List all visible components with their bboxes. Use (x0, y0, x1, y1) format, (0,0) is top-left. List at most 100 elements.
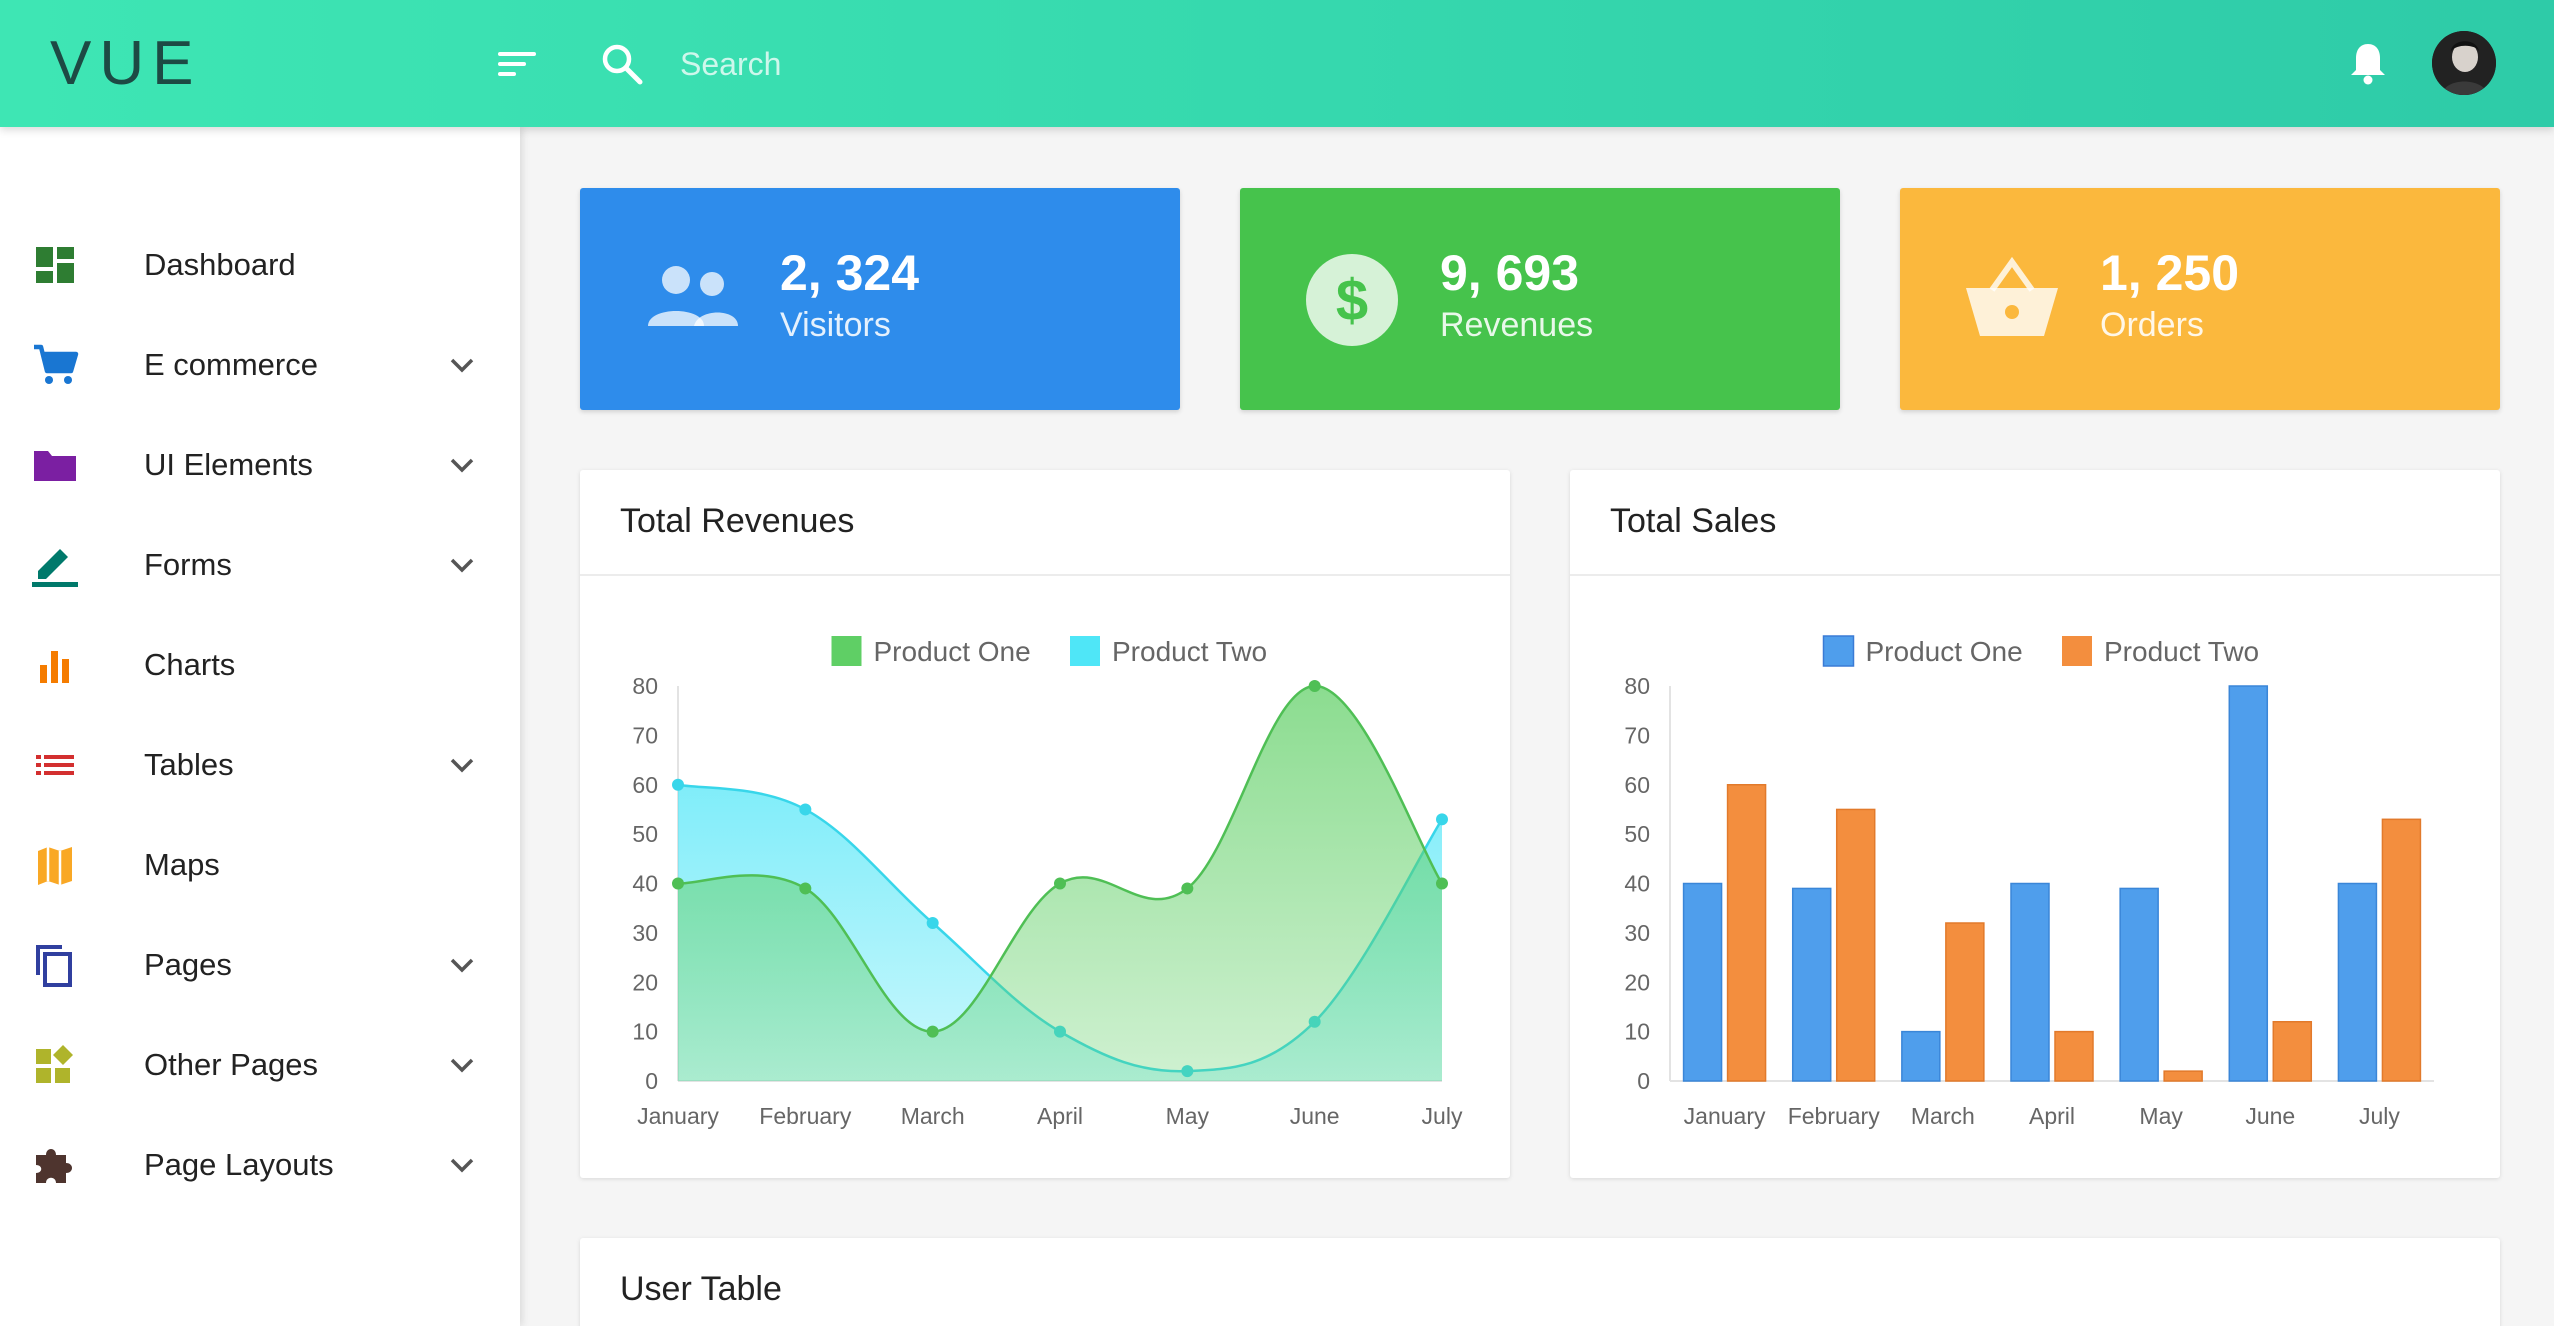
stat-value: 2, 324 (780, 245, 920, 301)
sidebar-item-ecommerce[interactable]: E commerce (0, 325, 520, 405)
x-tick-label: January (637, 1103, 719, 1129)
bar (1835, 808, 1876, 1082)
x-tick-label: March (901, 1103, 965, 1129)
bar (2381, 818, 2422, 1082)
search-icon[interactable] (600, 42, 644, 86)
revenues-panel: Total Revenues 0 10 20 30 40 50 60 70 80 Product … (580, 470, 1510, 1178)
sidebar-item-other-pages[interactable]: Other Pages (0, 1025, 520, 1105)
stat-label: Orders (2100, 306, 2204, 344)
y-tick-label: 40 (632, 871, 658, 897)
chevron-down-icon (450, 558, 474, 573)
y-tick-label: 40 (1624, 871, 1650, 897)
panel-title: User Table (620, 1270, 782, 1308)
bar (2337, 882, 2378, 1082)
data-point (672, 877, 684, 890)
folder-icon (34, 451, 76, 481)
sales-panel: Total Sales 0 10 20 30 40 50 60 70 80 Product One… (1570, 470, 2500, 1178)
sidebar-item-label: UI Elements (144, 447, 313, 482)
data-point (926, 1025, 939, 1038)
x-tick-label: January (1684, 1103, 1766, 1129)
bar-chart-icon (40, 651, 69, 683)
sidebar-item-dashboard[interactable]: Dashboard (0, 225, 520, 305)
y-tick-label: 60 (1624, 772, 1650, 798)
sidebar-item-label: Forms (144, 547, 232, 582)
bell-icon[interactable] (2346, 40, 2390, 86)
chevron-down-icon (450, 1058, 474, 1073)
svg-text:$: $ (1336, 268, 1368, 333)
bar (1791, 887, 1832, 1082)
legend-label: Product One (874, 636, 1031, 667)
revenues-area-chart[interactable]: 0 10 20 30 40 50 60 70 80 Product One Product Two J… (580, 470, 1510, 1178)
sidebar-item-label: Maps (144, 847, 220, 882)
y-tick-label: 20 (1624, 969, 1650, 995)
sidebar-item-label: Dashboard (144, 247, 296, 282)
sidebar-item-maps[interactable]: Maps (0, 825, 520, 905)
pencil-icon (32, 549, 78, 587)
sidebar-item-label: Charts (144, 647, 236, 682)
stat-card-revenues[interactable]: $ 9, 693 Revenues (1240, 188, 1840, 410)
bar (2272, 1021, 2313, 1082)
data-point (799, 803, 812, 816)
search-input[interactable] (680, 36, 1380, 92)
x-tick-label: May (2139, 1103, 2183, 1129)
stat-label: Visitors (780, 306, 891, 344)
bar (1901, 1030, 1941, 1082)
chevron-down-icon (450, 458, 474, 473)
legend-label: Product Two (1112, 636, 1267, 667)
top-app-bar: VUE (0, 0, 2554, 127)
sidebar-item-tables[interactable]: Tables (0, 725, 520, 805)
chevron-down-icon (450, 758, 474, 773)
y-tick-label: 10 (1624, 1019, 1650, 1045)
people-icon (648, 266, 738, 326)
y-tick-label: 50 (632, 821, 658, 847)
stat-card-orders[interactable]: 1, 250 Orders (1900, 188, 2500, 410)
sidebar-item-label: Tables (144, 747, 234, 782)
sidebar-item-label: Other Pages (144, 1047, 319, 1082)
sidebar-item-charts[interactable]: Charts (0, 625, 520, 705)
legend-swatch (831, 636, 862, 666)
sidebar-item-forms[interactable]: Forms (0, 525, 520, 605)
y-tick-label: 60 (632, 772, 658, 798)
y-tick-label: 50 (1624, 821, 1650, 847)
list-icon (36, 755, 74, 775)
stat-card-visitors[interactable]: 2, 324 Visitors (580, 188, 1180, 410)
app-logo[interactable]: VUE (50, 28, 201, 99)
x-tick-label: March (1911, 1103, 1975, 1129)
map-icon (38, 847, 72, 885)
data-point (1436, 877, 1448, 890)
bar (1682, 882, 1723, 1082)
data-point (672, 778, 684, 791)
basket-icon (1966, 256, 2058, 336)
sales-bar-chart[interactable]: 0 10 20 30 40 50 60 70 80 Product One Product Two J… (1570, 470, 2500, 1178)
menu-toggle-icon[interactable] (496, 46, 542, 82)
sidebar-item-ui-elements[interactable]: UI Elements (0, 425, 520, 505)
chevron-down-icon (450, 358, 474, 373)
y-tick-label: 80 (1624, 673, 1650, 699)
bar (2163, 1070, 2203, 1082)
data-point (1308, 680, 1321, 692)
user-avatar[interactable] (2432, 31, 2496, 95)
x-tick-label: May (1166, 1103, 1210, 1129)
x-tick-label: April (2029, 1103, 2075, 1129)
sidebar: Dashboard E commerce UI Elements Forms C… (0, 127, 520, 1326)
legend-swatch (2062, 636, 2092, 666)
x-tick-label: July (2359, 1103, 2400, 1129)
y-tick-label: 30 (632, 920, 658, 946)
y-tick-label: 10 (632, 1019, 658, 1045)
data-point (926, 917, 939, 929)
legend-label: Product Two (2104, 636, 2259, 667)
bar (2119, 887, 2159, 1082)
sidebar-item-label: Page Layouts (144, 1147, 334, 1182)
stat-label: Revenues (1440, 306, 1594, 344)
puzzle-icon (36, 1149, 72, 1183)
data-point (1436, 813, 1448, 826)
sidebar-item-page-layouts[interactable]: Page Layouts (0, 1125, 520, 1205)
pages-icon (36, 945, 72, 987)
chevron-down-icon (450, 1158, 474, 1173)
x-tick-label: February (1788, 1103, 1881, 1129)
y-tick-label: 20 (632, 969, 658, 995)
sidebar-item-pages[interactable]: Pages (0, 925, 520, 1005)
y-tick-label: 70 (632, 722, 658, 748)
legend-label: Product One (1866, 636, 2023, 667)
legend-swatch (1822, 635, 1855, 667)
